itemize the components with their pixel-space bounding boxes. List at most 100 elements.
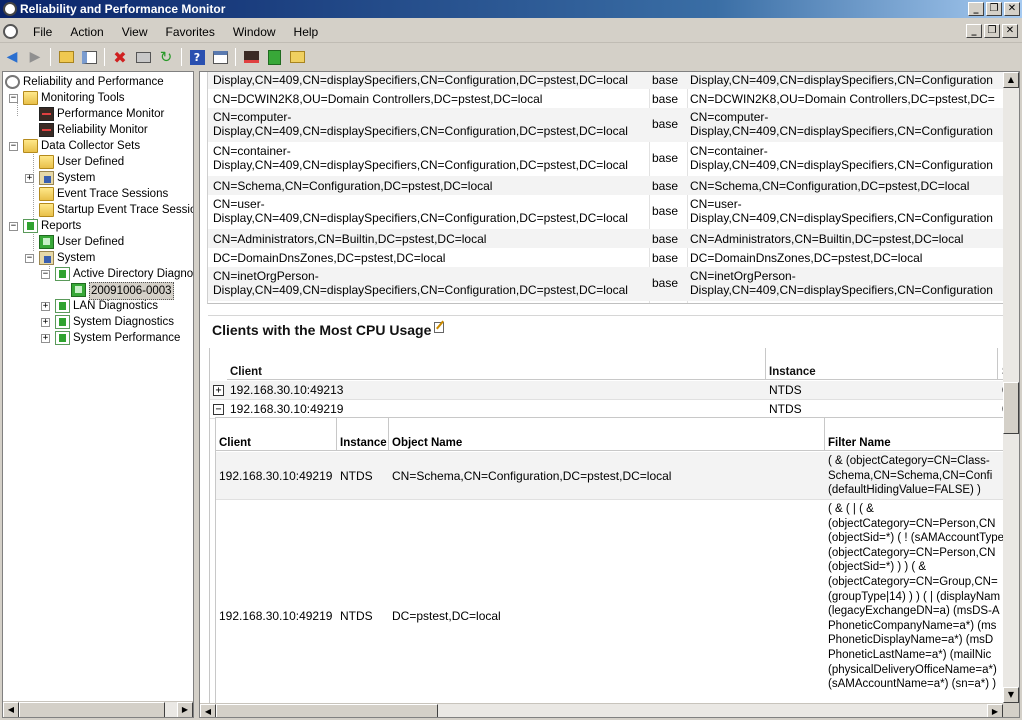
menu-file[interactable]: File [24, 25, 61, 39]
collapse-icon[interactable]: − [41, 270, 50, 279]
column-header-instance[interactable]: Instance [769, 366, 816, 378]
expand-icon[interactable]: + [41, 334, 50, 343]
expand-icon[interactable]: + [25, 174, 34, 183]
column-header-client[interactable]: Client [230, 366, 262, 378]
menu-favorites[interactable]: Favorites [157, 25, 224, 39]
collapse-icon[interactable]: − [9, 222, 18, 231]
table-row[interactable]: CN=computer- Display,CN=409,CN=displaySp… [208, 108, 1009, 142]
restore-button[interactable]: ❐ [986, 2, 1002, 16]
tree-item-startup-event-trace-sessions[interactable]: Startup Event Trace Sessions [3, 202, 193, 218]
detail-header-filter-name[interactable]: Filter Name [828, 436, 891, 450]
expand-icon[interactable]: + [213, 385, 224, 396]
tree-item-user-defined[interactable]: User Defined [3, 234, 193, 250]
detail-header-object-name[interactable]: Object Name [392, 436, 462, 450]
tree-item-label: User Defined [57, 236, 125, 248]
scroll-right-icon[interactable]: ▶ [987, 704, 1003, 717]
show-hide-tree-icon[interactable] [79, 47, 99, 67]
table-row[interactable]: CN=container- Display,CN=409,CN=displayS… [208, 142, 1009, 176]
tree-item-reports[interactable]: − Reports [3, 218, 193, 234]
table-row[interactable]: CN=Administrators,CN=Builtin,DC=pstest,D… [208, 229, 1009, 248]
close-button[interactable]: ✕ [1004, 2, 1020, 16]
tree-item-system[interactable]: − System [3, 250, 193, 266]
detail-row[interactable]: 192.168.30.10:49219 NTDS CN=Schema,CN=Co… [216, 452, 1009, 500]
menu-window[interactable]: Window [224, 25, 285, 39]
mdi-close-button[interactable]: ✕ [1002, 24, 1018, 38]
tree-item-reliability-monitor[interactable]: Reliability Monitor [3, 122, 193, 138]
tree-item-label: System Diagnostics [73, 316, 174, 328]
scrollbar-corner [1003, 703, 1019, 717]
tree-item-system[interactable]: + System [3, 170, 193, 186]
collapse-icon[interactable]: − [9, 142, 18, 151]
cpu-usage-table: Client Instance S + 192.168.30.10:49213 … [209, 348, 1009, 708]
properties-icon[interactable] [210, 47, 230, 67]
performance-monitor-icon[interactable] [241, 47, 261, 67]
tree-item-performance-monitor[interactable]: Performance Monitor [3, 106, 193, 122]
delete-icon[interactable]: ✖ [110, 47, 130, 67]
distinguished-name-cell: CN=Schema,CN=Configuration,DC=pstest,DC=… [213, 179, 493, 193]
report-icon[interactable] [264, 47, 284, 67]
menu-action[interactable]: Action [61, 25, 112, 39]
tree-item-event-trace-sessions[interactable]: Event Trace Sessions [3, 186, 193, 202]
mdi-system-icon[interactable] [3, 24, 18, 39]
help-icon[interactable]: ? [187, 47, 207, 67]
content-vertical-scrollbar[interactable]: ▲ ▼ [1003, 72, 1019, 703]
table-row[interactable]: CN=inetOrgPerson- Display,CN=409,CN=disp… [208, 267, 1009, 301]
scroll-left-icon[interactable]: ◀ [200, 704, 216, 717]
tree-item-label: Reliability and Performance [23, 76, 164, 88]
tree-item-data-collector-sets[interactable]: − Data Collector Sets [3, 138, 193, 154]
edit-icon[interactable] [434, 322, 445, 333]
distinguished-name-cell: CN=computer- Display,CN=409,CN=displaySp… [213, 110, 628, 138]
tree-horizontal-scrollbar[interactable]: ◀ ▶ [3, 701, 193, 717]
forward-icon[interactable]: ▶ [25, 47, 45, 67]
content-horizontal-scrollbar[interactable]: ◀ ▶ [200, 703, 1003, 717]
table-row[interactable]: DC=DomainDnsZones,DC=pstest,DC=local base… [208, 248, 1009, 267]
detail-object-cell: DC=pstest,DC=local [392, 609, 501, 623]
tree-item-system-performance[interactable]: + System Performance [3, 330, 193, 346]
table-row[interactable]: CN=Schema,CN=Configuration,DC=pstest,DC=… [208, 176, 1009, 195]
tree-item-reliability-and-performance[interactable]: Reliability and Performance [3, 74, 193, 90]
collapse-icon[interactable]: − [213, 404, 224, 415]
refresh-icon[interactable]: ↻ [156, 47, 176, 67]
back-icon[interactable]: ◀ [2, 47, 22, 67]
scroll-up-icon[interactable]: ▲ [1003, 72, 1019, 88]
collapse-icon[interactable]: − [25, 254, 34, 263]
table-row[interactable]: + 192.168.30.10:49213 NTDS 0 [210, 381, 1009, 400]
table-row[interactable]: CN=DCWIN2K8,OU=Domain Controllers,DC=pst… [208, 89, 1009, 108]
expand-icon[interactable]: + [41, 318, 50, 327]
folder-icon[interactable] [287, 47, 307, 67]
scroll-left-icon[interactable]: ◀ [3, 702, 19, 717]
table-row[interactable]: CN=user- Display,CN=409,CN=displaySpecif… [208, 195, 1009, 229]
scroll-thumb[interactable] [19, 702, 165, 717]
detail-header-client[interactable]: Client [219, 436, 251, 450]
tree-item-monitoring-tools[interactable]: − Monitoring Tools [3, 90, 193, 106]
tree-item-label: User Defined [57, 156, 125, 168]
tree-item-system-diagnostics[interactable]: + System Diagnostics [3, 314, 193, 330]
scroll-thumb[interactable] [1003, 382, 1019, 434]
green-icon [39, 235, 54, 249]
navigation-tree: Reliability and Performance − Monitoring T… [2, 71, 194, 718]
tree-item-20091006-0003[interactable]: 20091006-0003 [3, 282, 193, 300]
table-row[interactable]: Display,CN=409,CN=displaySpecifiers,CN=C… [208, 72, 1009, 89]
minimize-button[interactable]: _ [968, 2, 984, 16]
scroll-right-icon[interactable]: ▶ [177, 702, 193, 717]
tree-item-label: Startup Event Trace Sessions [57, 204, 194, 216]
tree-item-active-directory-diagnostics[interactable]: − Active Directory Diagnostics [3, 266, 193, 282]
scroll-down-icon[interactable]: ▼ [1003, 687, 1019, 703]
mdi-minimize-button[interactable]: _ [966, 24, 982, 38]
mdi-restore-button[interactable]: ❐ [984, 24, 1000, 38]
up-folder-icon[interactable] [56, 47, 76, 67]
menu-view[interactable]: View [113, 25, 157, 39]
column-separator [997, 348, 998, 380]
folder-icon [39, 187, 54, 201]
scroll-thumb[interactable] [216, 704, 438, 717]
expand-icon[interactable]: + [41, 302, 50, 311]
tree-item-lan-diagnostics[interactable]: + LAN Diagnostics [3, 298, 193, 314]
folder-icon [39, 203, 54, 217]
print-icon[interactable] [133, 47, 153, 67]
menu-help[interactable]: Help [285, 25, 328, 39]
detail-row[interactable]: 192.168.30.10:49219 NTDS DC=pstest,DC=lo… [216, 501, 1009, 708]
tree-item-user-defined[interactable]: User Defined [3, 154, 193, 170]
collapse-icon[interactable]: − [9, 94, 18, 103]
detail-header-instance[interactable]: Instance [340, 436, 387, 450]
dc-icon [39, 171, 54, 185]
